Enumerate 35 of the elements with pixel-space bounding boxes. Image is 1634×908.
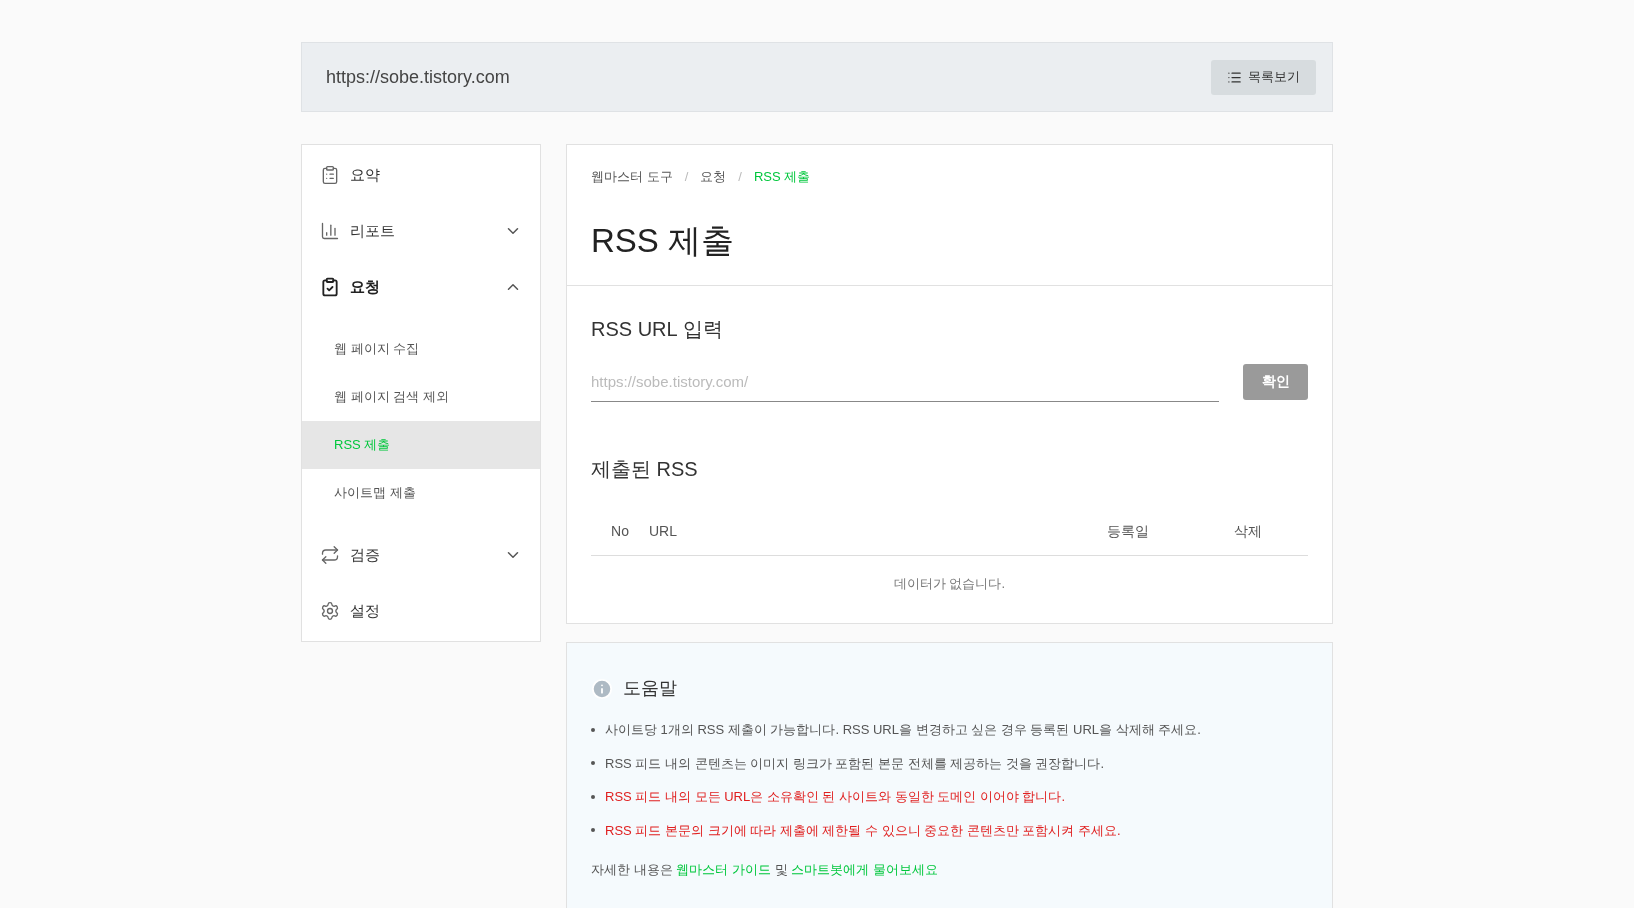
sidebar-menu-item[interactable]: 요청 — [302, 259, 540, 315]
column-header: No — [610, 521, 630, 541]
bar-chart-icon — [320, 221, 340, 241]
site-url: https://sobe.tistory.com — [326, 65, 510, 89]
settings-icon — [320, 601, 340, 621]
column-header: URL — [649, 521, 678, 541]
help-text: RSS 피드 본문의 크기에 따라 제출에 제한될 수 있으니 중요한 콘텐츠만 포함시켜 주세요. — [605, 821, 1121, 840]
help-text: RSS 피드 내의 콘텐츠는 이미지 링크가 포함된 본문 전체를 제공하는 것을 권장합니다. — [605, 754, 1105, 773]
help-title: 도움말 — [623, 677, 677, 700]
breadcrumb-link[interactable]: 웹마스터 도구 — [591, 167, 673, 187]
column-header: 삭제 — [1233, 521, 1263, 541]
sidebar-menu-item[interactable]: 설정 — [302, 583, 540, 639]
sidebar-menu-item[interactable]: 리포트 — [302, 203, 540, 259]
list-icon — [1227, 69, 1242, 85]
sidebar-menu-item[interactable]: 검증 — [302, 527, 540, 583]
help-text: 사이트당 1개의 RSS 제출이 가능합니다. RSS URL을 변경하고 싶은 경우 등록된 URL을 삭제해 주세요. — [605, 721, 1201, 739]
help-text: RSS 피드 내의 모든 URL은 소유확인 된 사이트와 동일한 도메인 이어야 합니다. — [605, 788, 1066, 806]
info-icon — [591, 677, 613, 700]
repeat-arrows-icon — [320, 545, 340, 565]
breadcrumb-separator: / — [684, 168, 689, 186]
help-footer-text: 자세한 내용은 웹마스터 가이드 및 스마트봇에게 물어보세요 — [591, 861, 939, 879]
clipboard-check-icon — [320, 277, 340, 297]
empty-message: 데이터가 없습니다. — [892, 574, 1007, 593]
clipboard-icon — [320, 165, 340, 185]
submenu-item[interactable]: 웹 페이지 수집 — [302, 325, 540, 373]
section-title: 제출된 RSS — [591, 456, 699, 482]
column-header: 등록일 — [1106, 521, 1150, 541]
page-title: RSS 제출 — [591, 220, 736, 261]
submenu-item[interactable]: 웹 페이지 검색 제외 — [302, 373, 540, 421]
section-title: RSS URL 입력 — [591, 316, 724, 342]
list-view-button[interactable]: 목록보기 — [1211, 59, 1316, 95]
breadcrumb-separator: / — [738, 168, 742, 186]
submenu-item[interactable]: 사이트맵 제출 — [302, 469, 540, 517]
sidebar-menu-item[interactable]: 요약 — [302, 147, 540, 203]
breadcrumb-link[interactable]: 요청 — [700, 167, 727, 187]
